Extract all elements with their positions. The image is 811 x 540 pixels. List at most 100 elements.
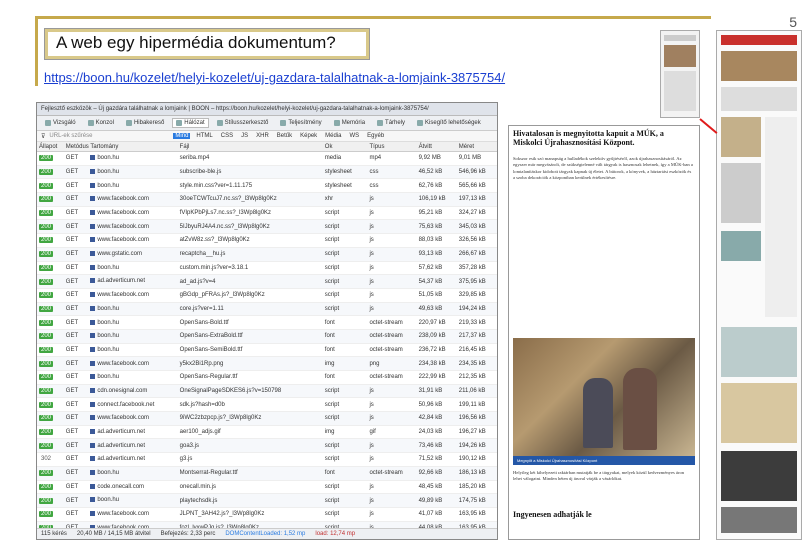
favicon-icon <box>90 155 96 161</box>
cell-text: 42,84 kB <box>418 415 443 422</box>
table-row[interactable]: 200 GET boon.hu OpenSans-Regular.ttf font oct… <box>37 370 497 385</box>
filter-button[interactable]: Média <box>323 133 343 139</box>
tab-label: Hibakereső <box>133 120 165 126</box>
table-cell: script <box>322 206 368 221</box>
cell-text: boon.hu <box>97 305 120 312</box>
table-row[interactable]: 200 GET www.facebook.com JLPNT_3AH42.js?_l3… <box>37 507 497 522</box>
filter-button[interactable]: Betűk <box>275 133 294 139</box>
table-cell: 200 <box>37 302 64 317</box>
table-row[interactable]: 302 GET ad.adverticum.net g3.js script js 71,5… <box>37 452 497 467</box>
favicon-icon <box>90 319 96 325</box>
favicon-icon <box>90 415 96 421</box>
cell-text: js <box>369 388 374 395</box>
table-cell: JLPNT_3AH42.js?_l3Wp8lg0Kz <box>177 507 323 522</box>
photo-caption: Megnyílt a Miskolci Újrahasznosítási Köz… <box>513 456 695 465</box>
table-row[interactable]: 200 GET www.facebook.com 30oeTCWTcuJ7.nc.ss… <box>37 192 497 207</box>
table-row[interactable]: 200 GET www.facebook.com gBGdp_pFRAs.js?_l3… <box>37 288 497 303</box>
filter-button[interactable]: HTML <box>194 133 214 139</box>
table-row[interactable]: 200 GET www.facebook.com 5IJbyuRJ4A4.nc.ss?… <box>37 219 497 235</box>
favicon-icon <box>90 387 96 393</box>
devtools-tab[interactable]: Hibakereső <box>122 118 168 128</box>
cell-text: font <box>324 333 335 340</box>
cell-text: gBGdp_pFRAs.js?_l3Wp8lg0Kz <box>179 292 265 299</box>
cell-text: 163,95 kB <box>458 511 486 518</box>
cell-text: 88,03 kB <box>418 237 443 244</box>
table-row[interactable]: 200 GET boon.hu custom.min.js?ver=3.18.1 scr… <box>37 261 497 276</box>
table-cell: 5IJbyuRJ4A4.nc.ss?_l3Wp8lg0Kz <box>177 219 323 235</box>
table-cell: GET <box>63 315 89 330</box>
devtools-tab[interactable]: Konzol <box>84 118 118 128</box>
table-row[interactable]: 200 GET www.facebook.com atZvW8z.ss?_l3Wp8l… <box>37 233 497 248</box>
table-row[interactable]: 200 GET boon.hu Montserrat-Regular.ttf font o… <box>37 466 497 481</box>
column-header[interactable]: Típus <box>367 142 417 152</box>
devtools-tab[interactable]: Teljesítmény <box>276 118 325 128</box>
table-row[interactable]: 200 GET www.facebook.com fVIpKPbPjLs7.nc.ss… <box>37 206 497 221</box>
table-row[interactable]: 200 GET ad.adverticum.net goa3.js script js 73… <box>37 438 497 454</box>
column-header[interactable]: Átvitt <box>416 142 457 152</box>
tab-icon <box>333 120 340 126</box>
cell-text: 75,63 kB <box>418 223 443 230</box>
devtools-tab[interactable]: Vizsgáló <box>41 118 80 128</box>
table-row[interactable]: 200 GET ad.adverticum.net ad_ad.js?v=4 scrip… <box>37 274 497 289</box>
cell-text: OneSignalPageSDKES6.js?v=150798 <box>179 388 282 395</box>
table-row[interactable]: 200 GET boon.hu style.min.css?ver=1.11.175 s… <box>37 178 497 194</box>
filter-button[interactable]: Egyéb <box>365 133 386 139</box>
url-filter-input[interactable]: URL-ek szűrése <box>49 133 169 139</box>
table-cell: stylesheet <box>322 178 368 194</box>
filter-button[interactable]: Mind <box>173 133 191 139</box>
table-row[interactable]: 200 GET ad.adverticum.net aer100_adjs.gif im… <box>37 425 497 440</box>
devtools-tab[interactable]: Hálózat <box>172 118 209 128</box>
status-badge: 200 <box>39 470 54 477</box>
column-header[interactable]: Tartomány <box>88 142 178 152</box>
table-row[interactable]: 200 GET connect.facebook.net sdk.js?hash=d0… <box>37 397 497 413</box>
filter-button[interactable]: Képek <box>298 133 319 139</box>
table-cell: 211,06 kB <box>456 384 497 399</box>
table-row[interactable]: 200 GET www.facebook.com y5kx2Bi1Rp.png img p… <box>37 356 497 371</box>
tab-icon <box>125 120 132 126</box>
filter-button[interactable]: CSS <box>219 133 235 139</box>
column-header[interactable]: Méret <box>456 142 497 152</box>
tab-label: Teljesítmény <box>288 120 322 126</box>
devtools-tab[interactable]: Memória <box>330 118 369 128</box>
table-cell: GET <box>63 452 89 467</box>
devtools-tab[interactable]: Kisegítő lehetőségek <box>413 118 485 128</box>
table-row[interactable]: 200 GET www.facebook.com 9iWC2zbzpcp.js?_l3… <box>37 411 497 426</box>
table-cell: code.onecall.com <box>88 480 178 495</box>
filter-button[interactable]: WS <box>348 133 362 139</box>
table-row[interactable]: 200 GET boon.hu OpenSans-SemiBold.ttf font oc… <box>37 343 497 358</box>
table-cell: GET <box>63 261 89 276</box>
table-row[interactable]: 200 GET boon.hu subscribe-ble.js stylesheet c… <box>37 165 497 180</box>
filter-button[interactable]: XHR <box>254 133 271 139</box>
table-row[interactable]: 200 GET boon.hu seriba.mp4 media mp4 9,92 MB 9,… <box>37 151 497 166</box>
status-badge: 200 <box>39 388 54 395</box>
devtools-tab[interactable]: Stílusszerkesztő <box>213 118 273 128</box>
article-link[interactable]: https://boon.hu/kozelet/helyi-kozelet/uj… <box>44 70 505 85</box>
cell-text: 51,05 kB <box>418 292 443 299</box>
cell-text: GET <box>65 223 79 230</box>
table-cell: 200 <box>37 151 64 166</box>
column-header[interactable]: Állapot <box>37 142 64 152</box>
filter-button[interactable]: JS <box>239 133 250 139</box>
table-row[interactable]: 200 GET code.onecall.com onecall.min.js scri… <box>37 480 497 495</box>
table-row[interactable]: 200 GET boon.hu playtechsdk.js script js 49,89… <box>37 493 497 508</box>
table-cell: 200 <box>37 233 64 248</box>
table-row[interactable]: 200 GET www.gstatic.com recaptcha__hu.js scr… <box>37 247 497 262</box>
column-header[interactable]: Ok <box>322 142 368 152</box>
table-row[interactable]: 200 GET boon.hu core.js?ver=1.11 script js 49,… <box>37 302 497 317</box>
devtools-tab[interactable]: Tárhely <box>373 118 409 128</box>
table-row[interactable]: 200 GET boon.hu OpenSans-Bold.ttf font octet-… <box>37 315 497 330</box>
table-cell: 57,62 kB <box>416 261 457 276</box>
column-header[interactable]: Metódus <box>63 142 89 152</box>
favicon-icon <box>90 470 96 476</box>
cell-text: GET <box>65 346 79 353</box>
table-body: 200 GET boon.hu seriba.mp4 media mp4 9,92 MB 9,… <box>37 151 497 536</box>
table-row[interactable]: 200 GET boon.hu OpenSans-ExtraBold.ttf font o… <box>37 329 497 344</box>
table-row[interactable]: 200 GET cdn.onesignal.com OneSignalPageSDKE… <box>37 384 497 399</box>
table-cell: 42,84 kB <box>416 411 457 426</box>
column-header[interactable]: Fájl <box>177 142 323 152</box>
table-cell: 200 <box>37 384 64 399</box>
table-cell: 200 <box>37 411 64 426</box>
table-cell: script <box>322 452 368 467</box>
table-cell: 200 <box>37 329 64 344</box>
table-cell: 196,56 kB <box>456 411 497 426</box>
